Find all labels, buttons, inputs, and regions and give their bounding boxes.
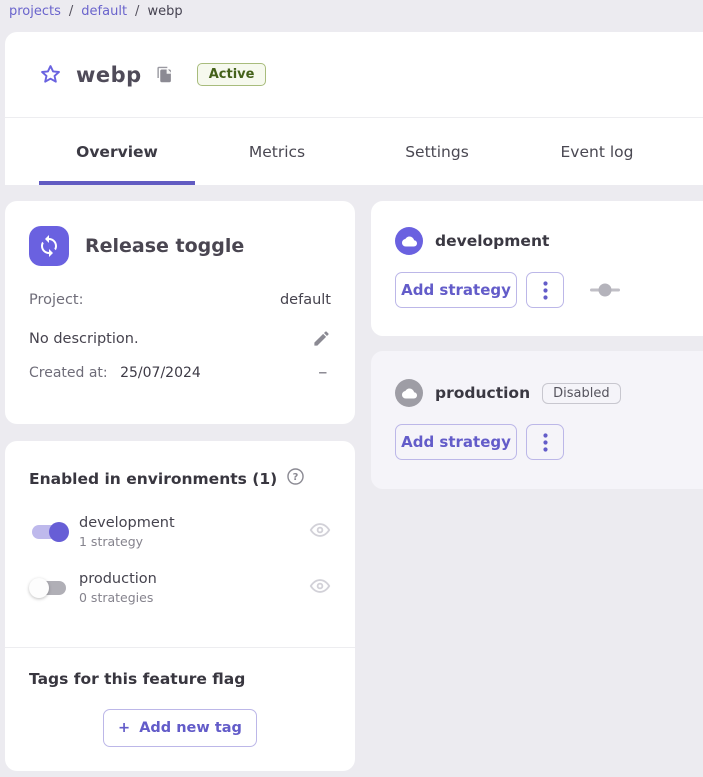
project-value[interactable]: default (280, 292, 331, 308)
tab-settings[interactable]: Settings (357, 118, 517, 185)
collapse-icon[interactable]: – (319, 364, 331, 381)
feature-header-card: webp Active Overview Metrics Settings Ev… (5, 32, 703, 185)
right-column: development Add strategy (371, 201, 703, 771)
tags-card-title: Tags for this feature flag (29, 670, 331, 688)
environment-name: production (79, 571, 309, 587)
description-row: No description. (29, 329, 331, 348)
tab-overview[interactable]: Overview (37, 118, 197, 185)
status-badge: Active (197, 63, 267, 86)
environment-panel-title: development (435, 232, 549, 250)
tab-label: Settings (405, 143, 469, 161)
breadcrumb-separator: / (69, 4, 73, 19)
cloud-icon (395, 379, 423, 407)
plus-icon: + (118, 720, 130, 736)
lifecycle-stage-icon[interactable] (590, 283, 620, 297)
left-column: Release toggle Project: default No descr… (5, 201, 355, 771)
description-text: No description. (29, 331, 139, 347)
more-options-kebab-icon[interactable] (526, 272, 564, 308)
add-strategy-button[interactable]: Add strategy (395, 424, 517, 460)
environment-name: development (79, 515, 309, 531)
feature-type-card: Release toggle Project: default No descr… (5, 201, 355, 424)
breadcrumb-link-projects[interactable]: projects (9, 4, 61, 19)
breadcrumb-link-default[interactable]: default (81, 4, 127, 19)
tab-metrics[interactable]: Metrics (197, 118, 357, 185)
copy-name-icon[interactable] (156, 66, 173, 83)
environments-card: Enabled in environments (1) ? developmen… (5, 441, 355, 771)
environment-row-production: production 0 strategies (29, 571, 331, 605)
project-label: Project: (29, 292, 84, 308)
breadcrumb-current: webp (147, 4, 182, 19)
created-row: Created at: 25/07/2024 – (29, 364, 331, 381)
favorite-star-icon[interactable] (39, 63, 62, 86)
environment-panel-title: production (435, 384, 530, 402)
help-circle-icon[interactable]: ? (286, 467, 305, 490)
active-tab-indicator (39, 181, 195, 185)
created-label: Created at: (29, 365, 108, 381)
tab-bar: Overview Metrics Settings Event log (5, 118, 703, 185)
toggle-production[interactable] (29, 576, 69, 600)
add-new-tag-button[interactable]: + Add new tag (103, 709, 257, 747)
project-row: Project: default (29, 292, 331, 308)
add-tag-label: Add new tag (139, 720, 242, 736)
add-strategy-button[interactable]: Add strategy (395, 272, 517, 308)
more-options-kebab-icon[interactable] (526, 424, 564, 460)
environments-card-title: Enabled in environments (1) (29, 470, 277, 488)
page-title: webp (76, 63, 142, 87)
tab-label: Event log (561, 143, 634, 161)
feature-type-label: Release toggle (85, 235, 244, 257)
tab-event-log[interactable]: Event log (517, 118, 677, 185)
environment-strategy-count: 0 strategies (79, 590, 309, 605)
release-toggle-sync-icon (29, 226, 69, 266)
development-environment-panel: development Add strategy (371, 201, 703, 336)
toggle-development[interactable] (29, 520, 69, 544)
eye-icon[interactable] (309, 519, 331, 545)
production-environment-panel: production Disabled Add strategy (371, 351, 703, 489)
tab-label: Overview (76, 143, 158, 161)
cloud-icon (395, 227, 423, 255)
disabled-badge: Disabled (542, 383, 620, 404)
edit-description-pencil-icon[interactable] (312, 329, 331, 348)
created-value: 25/07/2024 (120, 365, 201, 381)
feature-title-row: webp Active (5, 32, 703, 118)
breadcrumb: projects / default / webp (0, 0, 703, 32)
environment-row-development: development 1 strategy (29, 515, 331, 549)
main-content: Release toggle Project: default No descr… (0, 185, 703, 771)
environment-strategy-count: 1 strategy (79, 534, 309, 549)
eye-icon[interactable] (309, 575, 331, 601)
tab-label: Metrics (249, 143, 305, 161)
breadcrumb-separator: / (135, 4, 139, 19)
svg-text:?: ? (293, 472, 299, 483)
